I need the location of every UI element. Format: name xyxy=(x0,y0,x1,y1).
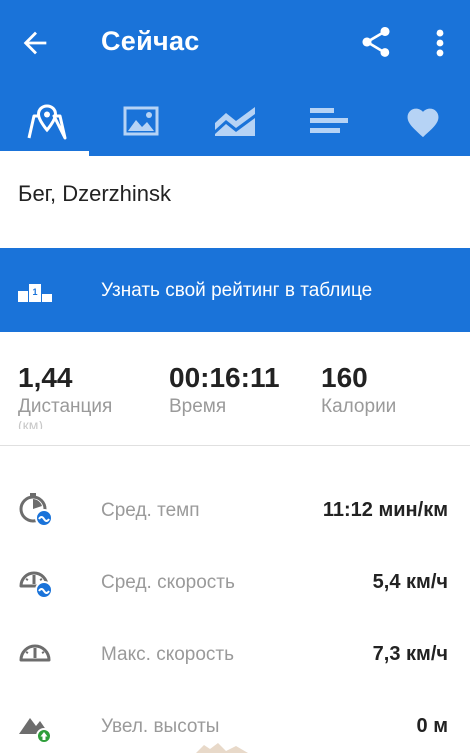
share-icon[interactable] xyxy=(358,24,394,60)
scroll-peek-graphic xyxy=(196,743,248,753)
stat-calories-value: 160 xyxy=(321,362,368,393)
stat-time: 00:16:11 Время xyxy=(169,362,280,418)
stat-calories-label: Калории xyxy=(321,396,397,417)
stat-time-label: Время xyxy=(169,396,227,417)
stat-distance-unit: (км) xyxy=(18,421,44,429)
stat-distance-value: 1,44 xyxy=(18,362,73,393)
avg-pace-value: 11:12 мин/км xyxy=(322,499,448,521)
tab-map[interactable] xyxy=(0,86,94,156)
more-options-icon[interactable] xyxy=(428,26,452,60)
activity-title: Бег, Dzerzhinsk xyxy=(18,181,172,206)
elevation-gain-label: Увел. высоты xyxy=(101,716,220,737)
app-bar: Сейчас xyxy=(0,0,470,86)
avg-speed-value: 5,4 км/ч xyxy=(372,571,448,593)
avg-pace-label: Сред. темп xyxy=(101,500,200,521)
tab-charts[interactable] xyxy=(188,86,282,156)
tab-splits[interactable] xyxy=(282,86,376,156)
elevation-icon xyxy=(19,718,52,744)
map-pin-icon xyxy=(27,104,67,140)
speedometer-icon xyxy=(19,644,51,662)
max-speed-label: Макс. скорость xyxy=(101,644,235,665)
detail-row-elevation-gain: Увел. высоты 0 м xyxy=(0,708,470,748)
detail-row-max-speed: Макс. скорость 7,3 км/ч xyxy=(0,636,470,676)
page-title: Сейчас xyxy=(101,26,200,56)
tab-bar xyxy=(0,86,470,156)
speedometer-icon xyxy=(19,571,53,599)
leaderboard-banner-text[interactable]: Узнать свой рейтинг в таблице xyxy=(101,280,372,302)
svg-text:1: 1 xyxy=(32,287,37,297)
detail-row-avg-speed: Сред. скорость 5,4 км/ч xyxy=(0,564,470,604)
stat-distance: 1,44 Дистанция xyxy=(18,362,112,418)
tab-photos[interactable] xyxy=(94,86,188,156)
area-chart-icon xyxy=(215,107,255,136)
stat-distance-label: Дистанция xyxy=(18,396,113,417)
stat-calories: 160 Калории xyxy=(321,362,396,418)
splits-bars-icon xyxy=(310,108,348,133)
divider xyxy=(0,445,470,446)
image-icon xyxy=(123,106,159,136)
max-speed-value: 7,3 км/ч xyxy=(372,643,448,665)
stat-time-value: 00:16:11 xyxy=(169,362,280,393)
podium-icon: 1 xyxy=(18,284,52,302)
detail-row-avg-pace: Сред. темп 11:12 мин/км xyxy=(0,492,470,532)
tab-likes[interactable] xyxy=(376,86,470,156)
elevation-gain-value: 0 м xyxy=(416,715,448,737)
active-tab-indicator xyxy=(0,151,89,156)
back-arrow-icon[interactable] xyxy=(18,26,52,60)
pace-icon xyxy=(19,493,53,527)
heart-icon xyxy=(407,108,439,138)
avg-speed-label: Сред. скорость xyxy=(101,572,235,593)
